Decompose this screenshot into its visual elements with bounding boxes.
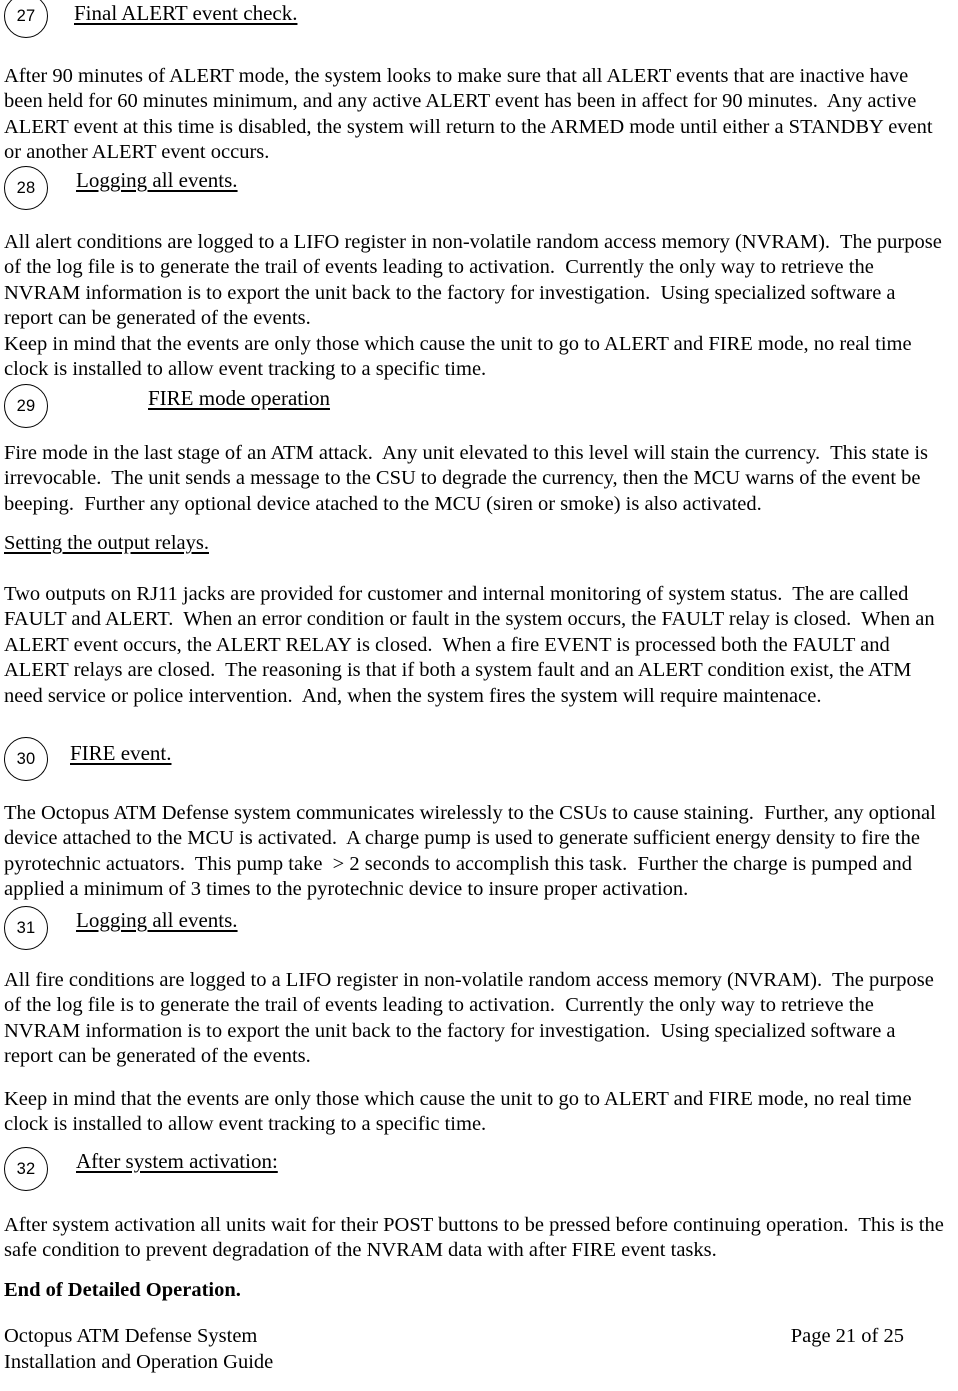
section-31-paragraph-1: All fire conditions are logged to a LIFO… bbox=[4, 968, 952, 1070]
step-heading-28: 28 Logging all events. bbox=[4, 166, 952, 210]
step-title-28: Logging all events. bbox=[76, 168, 238, 192]
footer-page-number: Page 21 of 25 bbox=[790, 1325, 904, 1347]
section-29-paragraph: Fire mode in the last stage of an ATM at… bbox=[4, 441, 952, 517]
page-footer: Octopus ATM Defense System Page 21 of 25… bbox=[4, 1323, 952, 1375]
paragraph-text: After system activation all units wait f… bbox=[4, 1214, 944, 1262]
footer-row-top: Octopus ATM Defense System Page 21 of 25 bbox=[4, 1323, 952, 1349]
section-30-paragraph: The Octopus ATM Defense system communica… bbox=[4, 801, 952, 903]
step-number-circle-27: 27 bbox=[4, 0, 48, 38]
section-30: 30 FIRE event. bbox=[4, 737, 952, 781]
section-28: 28 Logging all events. bbox=[4, 166, 952, 210]
footer-document-title: Octopus ATM Defense System bbox=[4, 1325, 258, 1347]
step-heading-27: 27 Final ALERT event check. bbox=[4, 0, 952, 38]
step-title-32: After system activation: bbox=[76, 1149, 278, 1173]
section-27-paragraph: After 90 minutes of ALERT mode, the syst… bbox=[4, 64, 952, 166]
section-31-paragraph-2: Keep in mind that the events are only th… bbox=[4, 1087, 952, 1138]
step-number-circle-29: 29 bbox=[4, 384, 48, 428]
subsection-heading: Setting the output relays. bbox=[4, 532, 209, 554]
step-title-31: Logging all events. bbox=[76, 908, 238, 932]
section-31: 31 Logging all events. bbox=[4, 906, 952, 950]
step-number-circle-31: 31 bbox=[4, 906, 48, 950]
step-number-circle-28: 28 bbox=[4, 166, 48, 210]
closing-statement: End of Detailed Operation. bbox=[4, 1278, 952, 1303]
paragraph-text: After 90 minutes of ALERT mode, the syst… bbox=[4, 65, 933, 164]
step-heading-32: 32 After system activation: bbox=[4, 1147, 952, 1191]
section-28-paragraph: All alert conditions are logged to a LIF… bbox=[4, 230, 952, 382]
paragraph-text: Keep in mind that the events are only th… bbox=[4, 1088, 912, 1136]
section-27: 27 Final ALERT event check. bbox=[4, 0, 952, 38]
footer-document-subtitle: Installation and Operation Guide bbox=[4, 1351, 274, 1373]
section-32: 32 After system activation: bbox=[4, 1147, 952, 1191]
section-32-paragraph: After system activation all units wait f… bbox=[4, 1213, 952, 1264]
step-number-circle-30: 30 bbox=[4, 737, 48, 781]
step-title-29: FIRE mode operation bbox=[148, 386, 330, 410]
step-heading-31: 31 Logging all events. bbox=[4, 906, 952, 950]
paragraph-text: All alert conditions are logged to a LIF… bbox=[4, 231, 942, 381]
paragraph-text: Fire mode in the last stage of an ATM at… bbox=[4, 442, 929, 515]
step-heading-30: 30 FIRE event. bbox=[4, 737, 952, 781]
step-number-circle-32: 32 bbox=[4, 1147, 48, 1191]
step-heading-29: 29 FIRE mode operation bbox=[4, 384, 952, 428]
step-title-30: FIRE event. bbox=[70, 741, 172, 765]
subsection-relays-paragraph: Two outputs on RJ11 jacks are provided f… bbox=[4, 582, 952, 709]
step-title-27: Final ALERT event check. bbox=[74, 1, 298, 25]
section-29: 29 FIRE mode operation bbox=[4, 384, 952, 428]
paragraph-text: Two outputs on RJ11 jacks are provided f… bbox=[4, 583, 935, 707]
subsection-setting-output-relays: Setting the output relays. bbox=[4, 531, 952, 556]
paragraph-text: All fire conditions are logged to a LIFO… bbox=[4, 969, 934, 1068]
paragraph-text: The Octopus ATM Defense system communica… bbox=[4, 802, 936, 901]
document-page: 27 Final ALERT event check. After 90 min… bbox=[0, 0, 958, 1391]
closing-text: End of Detailed Operation. bbox=[4, 1279, 241, 1301]
